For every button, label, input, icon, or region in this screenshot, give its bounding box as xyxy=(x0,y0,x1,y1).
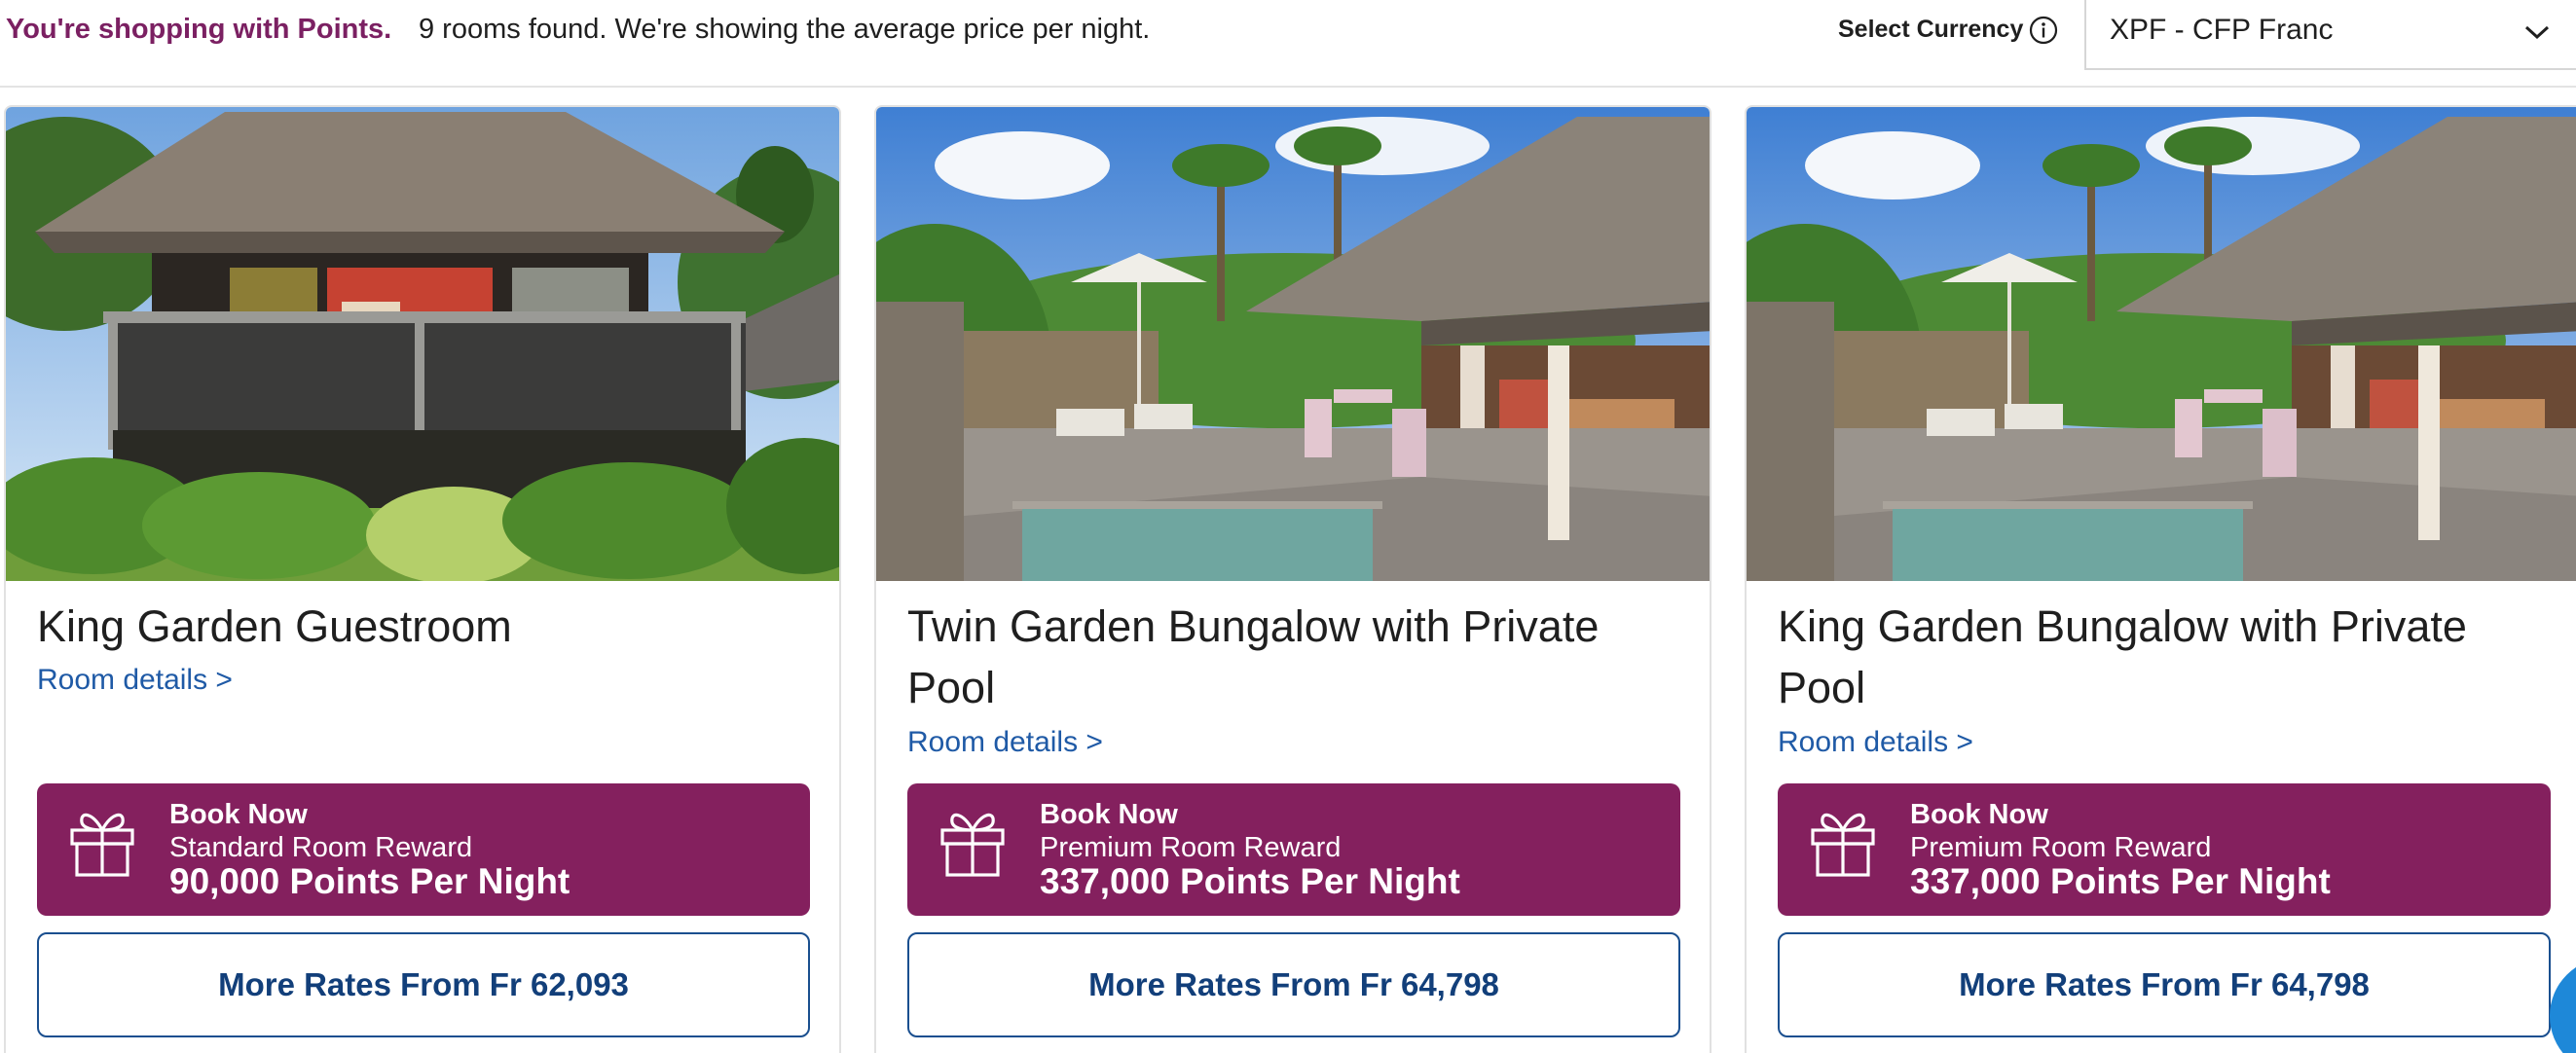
book-now-label: Book Now xyxy=(1040,799,1178,830)
room-title: Twin Garden Bungalow with Private Pool xyxy=(907,601,1600,712)
currency-select[interactable]: XPF - CFP Franc xyxy=(2084,0,2576,70)
points-per-night: 337,000 Points Per Night xyxy=(1040,861,1460,901)
gift-icon xyxy=(937,803,1009,877)
room-details-link[interactable]: Room details > xyxy=(37,664,233,697)
reward-type: Premium Room Reward xyxy=(1040,832,1342,863)
book-now-button[interactable]: Book Now Premium Room Reward 337,000 Poi… xyxy=(1778,783,2551,916)
room-card: King Garden Guestroom Room details > Boo… xyxy=(4,105,841,1053)
currency-selected-value: XPF - CFP Franc xyxy=(2110,14,2334,46)
points-per-night: 90,000 Points Per Night xyxy=(169,861,570,901)
results-header: You're shopping with Points. 9 rooms fou… xyxy=(0,0,2576,88)
gift-icon xyxy=(1807,803,1879,877)
more-rates-label: More Rates From Fr 64,798 xyxy=(1088,966,1499,1002)
gift-icon xyxy=(66,803,138,877)
room-photo[interactable] xyxy=(876,107,1710,581)
room-card: Twin Garden Bungalow with Private Pool R… xyxy=(874,105,1711,1053)
currency-label: Select Currency xyxy=(1838,16,2024,43)
more-rates-button[interactable]: More Rates From Fr 64,798 xyxy=(907,932,1680,1037)
room-photo[interactable] xyxy=(1747,107,2576,581)
reward-type: Premium Room Reward xyxy=(1910,832,2212,863)
room-photo[interactable] xyxy=(6,107,839,581)
more-rates-label: More Rates From Fr 64,798 xyxy=(1959,966,2370,1002)
book-now-label: Book Now xyxy=(1910,799,2048,830)
more-rates-button[interactable]: More Rates From Fr 62,093 xyxy=(37,932,810,1037)
points-per-night: 337,000 Points Per Night xyxy=(1910,861,2331,901)
room-card: King Garden Bungalow with Private Pool R… xyxy=(1745,105,2576,1053)
reward-type: Standard Room Reward xyxy=(169,832,473,863)
room-title: King Garden Guestroom xyxy=(37,601,512,651)
rooms-found-message: 9 rooms found. We're showing the average… xyxy=(419,14,1151,45)
chevron-down-icon xyxy=(2522,21,2552,43)
room-details-link[interactable]: Room details > xyxy=(1778,726,1973,759)
book-now-button[interactable]: Book Now Premium Room Reward 337,000 Poi… xyxy=(907,783,1680,916)
info-icon[interactable] xyxy=(2029,16,2058,45)
book-now-label: Book Now xyxy=(169,799,308,830)
room-details-link[interactable]: Room details > xyxy=(907,726,1103,759)
more-rates-button[interactable]: More Rates From Fr 64,798 xyxy=(1778,932,2551,1037)
room-title: King Garden Bungalow with Private Pool xyxy=(1778,601,2467,712)
points-mode-message: You're shopping with Points. xyxy=(6,14,392,45)
book-now-button[interactable]: Book Now Standard Room Reward 90,000 Poi… xyxy=(37,783,810,916)
more-rates-label: More Rates From Fr 62,093 xyxy=(218,966,629,1002)
